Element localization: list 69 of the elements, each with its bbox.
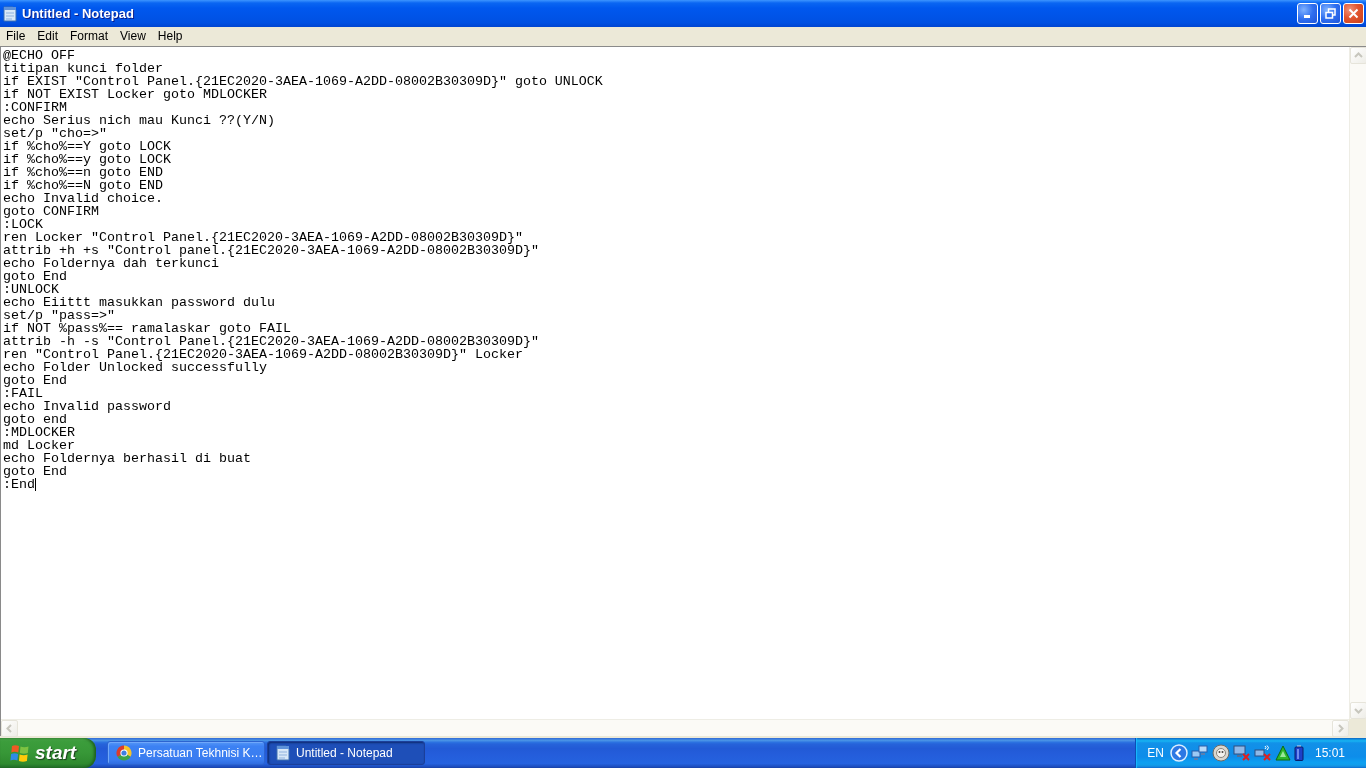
chevron-left-icon[interactable]: [1169, 744, 1188, 762]
text-line: attrib +h +s "Control panel.{21EC2020-3AEA-1069-A2DD-08002B30309D}": [3, 244, 539, 257]
scroll-down-button[interactable]: [1350, 702, 1366, 719]
text-line: :CONFIRM: [3, 101, 67, 114]
text-line: if EXIST "Control Panel.{21EC2020-3AEA-1069-A2DD-08002B30309D}" goto UNLOCK: [3, 75, 603, 88]
vertical-scrollbar[interactable]: [1349, 47, 1366, 719]
chevron-down-icon: [1354, 706, 1363, 715]
horizontal-scrollbar[interactable]: [1, 719, 1349, 736]
text-line: goto End: [3, 374, 67, 387]
windows-flag-icon: [10, 743, 30, 763]
text-line: :LOCK: [3, 218, 43, 231]
text-line: goto End: [3, 465, 67, 478]
taskbar-button[interactable]: Persatuan Tekhnisi K…: [107, 741, 265, 765]
minimize-button[interactable]: [1297, 3, 1318, 24]
text-line: md Locker: [3, 439, 75, 452]
restore-icon: [1325, 8, 1336, 19]
text-line: if NOT %pass%== ramalaskar goto FAIL: [3, 322, 291, 335]
text-line: :FAIL: [3, 387, 43, 400]
text-line: :End: [3, 478, 35, 491]
scroll-left-button[interactable]: [1, 720, 18, 737]
triangle-icon[interactable]: [1274, 745, 1291, 761]
text-line: set/p "cho=>": [3, 127, 107, 140]
text-line: @ECHO OFF: [3, 49, 75, 62]
text-line: echo Folder Unlocked successfully: [3, 361, 267, 374]
text-line: goto CONFIRM: [3, 205, 99, 218]
notepad-icon: [276, 745, 290, 761]
text-line: :MDLOCKER: [3, 426, 75, 439]
scroll-right-button[interactable]: [1332, 720, 1349, 737]
text-line: echo Serius nich mau Kunci ??(Y/N): [3, 114, 275, 127]
text-line: echo Eiittt masukkan password dulu: [3, 296, 275, 309]
text-line: set/p "pass=>": [3, 309, 115, 322]
text-line: if %cho%==Y goto LOCK: [3, 140, 171, 153]
menu-item[interactable]: File: [0, 28, 32, 45]
text-line: goto End: [3, 270, 67, 283]
text-line: attrib -h -s "Control Panel.{21EC2020-3AEA-1069-A2DD-08002B30309D}": [3, 335, 539, 348]
battery-icon[interactable]: [1293, 745, 1304, 761]
menu-item[interactable]: View: [114, 28, 152, 45]
text-line: titipan kunci folder: [3, 62, 163, 75]
wireless-x-icon[interactable]: [1253, 745, 1272, 761]
text-line: if %cho%==y goto LOCK: [3, 153, 171, 166]
text-line: if %cho%==N goto END: [3, 179, 163, 192]
text-line: :UNLOCK: [3, 283, 59, 296]
text-line: echo Foldernya berhasil di buat: [3, 452, 251, 465]
scroll-up-button[interactable]: [1350, 47, 1366, 64]
restore-button[interactable]: [1320, 3, 1341, 24]
window-title: Untitled - Notepad: [22, 6, 134, 21]
chevron-up-icon: [1354, 51, 1363, 60]
menu-item[interactable]: Edit: [31, 28, 65, 45]
text-line: ren "Control Panel.{21EC2020-3AEA-1069-A2DD-08002B30309D}" Locker: [3, 348, 523, 361]
text-line: echo Invalid password: [3, 400, 171, 413]
network-computers-icon[interactable]: [1190, 745, 1209, 761]
text-line: ren Locker "Control Panel.{21EC2020-3AEA-1069-A2DD-08002B30309D}": [3, 231, 523, 244]
text-line: echo Invalid choice.: [3, 192, 163, 205]
close-icon: [1348, 8, 1359, 19]
start-button[interactable]: start: [0, 738, 96, 768]
text-line: echo Foldernya dah terkunci: [3, 257, 219, 270]
chevron-right-icon: [1336, 724, 1345, 733]
close-button[interactable]: [1343, 3, 1364, 24]
menu-item[interactable]: Format: [64, 28, 115, 45]
text-line: if NOT EXIST Locker goto MDLOCKER: [3, 88, 267, 101]
text-line: goto end: [3, 413, 67, 426]
ring-logo-icon: [116, 745, 132, 761]
menu-item[interactable]: Help: [151, 28, 189, 45]
taskbar-button[interactable]: Untitled - Notepad: [267, 741, 425, 765]
text-line: if %cho%==n goto END: [3, 166, 163, 179]
monitor-x-icon[interactable]: [1232, 745, 1251, 761]
notepad-icon: [3, 5, 17, 22]
round-emblem-icon[interactable]: [1211, 744, 1230, 762]
chevron-left-icon: [5, 724, 14, 733]
